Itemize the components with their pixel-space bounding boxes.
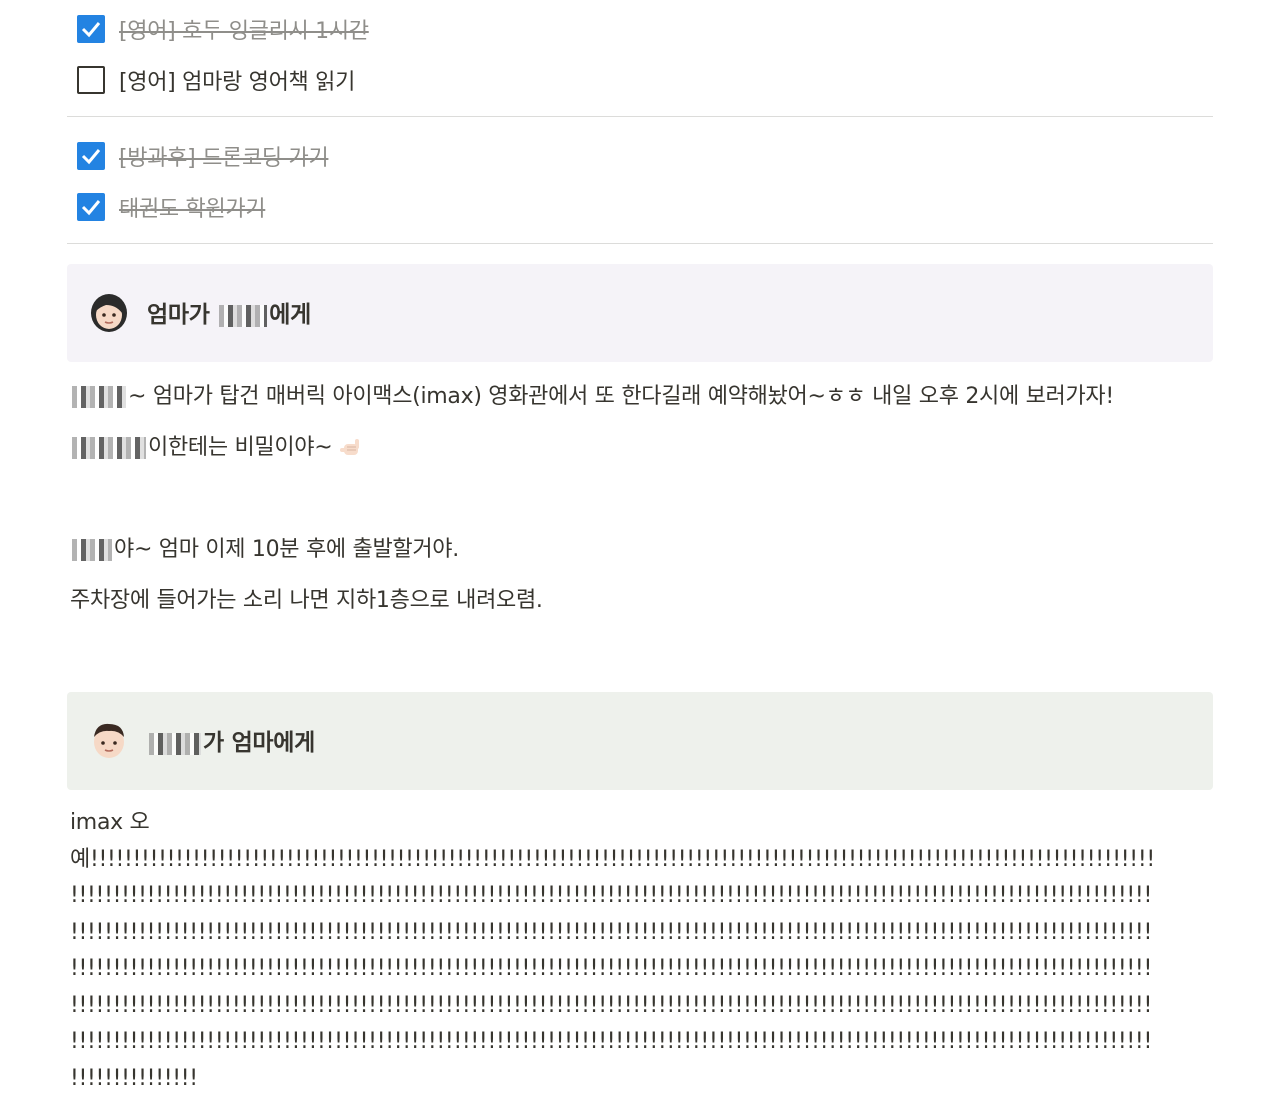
message-text: 주차장에 들어가는 소리 나면 지하1층으로 내려오렴. bbox=[70, 588, 543, 613]
kid-message: imax 오 예!!!!!!!!!!!!!!!!!!!!!!!!!!!!!!!!… bbox=[67, 805, 1210, 1097]
todo-label: [영어] 엄마랑 영어책 읽기 bbox=[119, 69, 356, 95]
message-line: !!!!!!!!!!!!!!!!!!!!!!!!!!!!!!!!!!!!!!!!… bbox=[70, 883, 1152, 908]
checkmark-icon bbox=[81, 148, 101, 164]
unchecked-checkbox[interactable] bbox=[77, 65, 105, 94]
message-line: ~ 엄마가 탑건 매버릭 아이맥스(imax) 영화관에서 또 한다길래 예약해… bbox=[67, 371, 1213, 422]
message-line: 이한테는 비밀이야~ bbox=[67, 422, 1213, 473]
message-line: imax 오 bbox=[70, 810, 150, 835]
message-text: 이한테는 비밀이야~ bbox=[148, 435, 333, 460]
empty-line bbox=[67, 473, 1213, 524]
redacted-name bbox=[72, 437, 146, 459]
message-line: 예!!!!!!!!!!!!!!!!!!!!!!!!!!!!!!!!!!!!!!!… bbox=[70, 846, 1155, 872]
todo-label: [방과후] 드론코딩 가기 bbox=[119, 145, 329, 171]
todo-label: [영어] 호두 잉글리시 1시간 bbox=[119, 18, 369, 44]
notion-page: [영어] 호두 잉글리시 1시간 [영어] 엄마랑 영어책 읽기 [방과후] 드… bbox=[67, 0, 1213, 1097]
todo-label: 태권도 학원가기 bbox=[119, 196, 266, 222]
woman-face-icon bbox=[91, 294, 127, 332]
divider bbox=[67, 116, 1213, 117]
redacted-name bbox=[72, 386, 126, 408]
todo-item[interactable]: [영어] 호두 잉글리시 1시간 bbox=[67, 3, 1213, 54]
callout-title-suffix: 가 엄마에게 bbox=[203, 730, 316, 756]
redacted-name bbox=[219, 304, 268, 327]
redacted-name bbox=[149, 732, 201, 755]
todo-item[interactable]: [방과후] 드론코딩 가기 bbox=[67, 130, 1213, 181]
message-line: 주차장에 들어가는 소리 나면 지하1층으로 내려오렴. bbox=[67, 575, 1213, 626]
callout-title: 엄마가 에게 bbox=[147, 295, 311, 329]
message-line: 야~ 엄마 이제 10분 후에 출발할거야. bbox=[67, 524, 1213, 575]
callout-title-suffix: 에게 bbox=[269, 302, 312, 328]
boy-face-icon bbox=[94, 723, 124, 758]
message-line: !!!!!!!!!!!!!!! bbox=[70, 1065, 198, 1091]
checked-checkbox[interactable] bbox=[77, 192, 105, 221]
checked-checkbox[interactable] bbox=[77, 14, 105, 43]
checkmark-icon bbox=[81, 21, 101, 37]
callout-title-prefix: 엄마가 bbox=[147, 302, 218, 328]
todo-item[interactable]: 태권도 학원가기 bbox=[67, 181, 1213, 232]
callout-mom: 엄마가 에게 bbox=[67, 264, 1213, 362]
message-text: 야~ 엄마 이제 10분 후에 출발할거야. bbox=[114, 537, 459, 562]
message-line: !!!!!!!!!!!!!!!!!!!!!!!!!!!!!!!!!!!!!!!!… bbox=[70, 919, 1152, 945]
message-line: !!!!!!!!!!!!!!!!!!!!!!!!!!!!!!!!!!!!!!!!… bbox=[70, 1029, 1152, 1054]
message-line: !!!!!!!!!!!!!!!!!!!!!!!!!!!!!!!!!!!!!!!!… bbox=[70, 956, 1152, 981]
callout-kid: 가 엄마에게 bbox=[67, 692, 1213, 790]
empty-line bbox=[67, 626, 1213, 692]
callout-title: 가 엄마에게 bbox=[147, 723, 315, 757]
redacted-name bbox=[72, 539, 112, 561]
message-line: !!!!!!!!!!!!!!!!!!!!!!!!!!!!!!!!!!!!!!!!… bbox=[70, 992, 1152, 1018]
call-me-hand-icon bbox=[340, 439, 360, 455]
divider bbox=[67, 243, 1213, 244]
checked-checkbox[interactable] bbox=[77, 141, 105, 170]
checkmark-icon bbox=[81, 199, 101, 215]
todo-item[interactable]: [영어] 엄마랑 영어책 읽기 bbox=[67, 54, 1213, 105]
message-text: ~ 엄마가 탑건 매버릭 아이맥스(imax) 영화관에서 또 한다길래 예약해… bbox=[128, 384, 1114, 409]
